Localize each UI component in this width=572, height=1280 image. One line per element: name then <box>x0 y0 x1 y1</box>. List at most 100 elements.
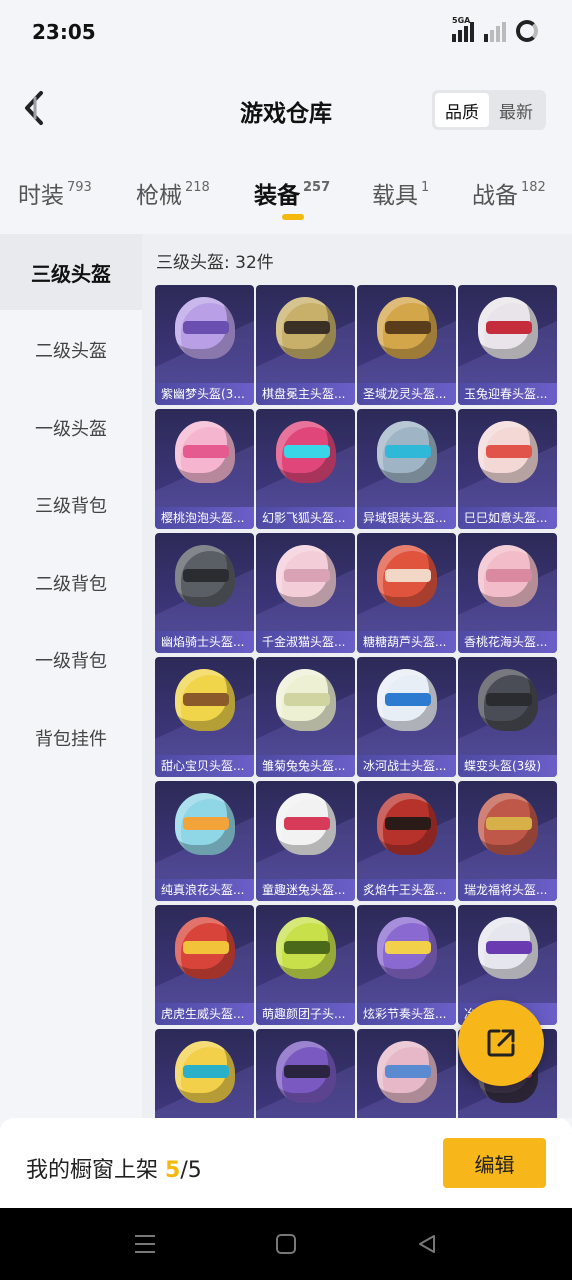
item-name: 玉兔迎春头盔... <box>458 383 557 405</box>
helmet-visor <box>183 941 229 954</box>
sidebar-item-level1-helmet[interactable]: 一级头盔 <box>0 390 142 466</box>
item-name: 冰河战士头盔... <box>357 755 456 777</box>
helmet-visor <box>385 817 431 830</box>
showcase-count: 5 <box>165 1158 181 1183</box>
item-card[interactable]: 异域银装头盔... <box>357 409 456 529</box>
category-tabs: 时装 793 枪械 218 装备 257 载具 1 战备 182 <box>0 168 572 224</box>
helmet-visor <box>284 569 330 582</box>
sidebar-item-level3-backpack[interactable]: 三级背包 <box>0 467 142 543</box>
item-name: 幻影飞狐头盔... <box>256 507 355 529</box>
item-name: 棋盘冕主头盔... <box>256 383 355 405</box>
item-card[interactable] <box>357 1029 456 1118</box>
edit-button[interactable]: 编辑 <box>443 1138 546 1188</box>
item-grid-panel: 三级头盔: 32件 紫幽梦头盔(3... 棋盘冕主头盔... 圣域龙灵头盔... 玉兔… <box>142 234 572 1118</box>
helmet-visor <box>183 1065 229 1078</box>
back-triangle-icon[interactable] <box>413 1230 441 1258</box>
item-name: 樱桃泡泡头盔... <box>155 507 254 529</box>
helmet-visor <box>486 445 532 458</box>
item-card[interactable]: 樱桃泡泡头盔... <box>155 409 254 529</box>
helmet-visor <box>183 321 229 334</box>
sort-quality-button[interactable]: 品质 <box>435 93 489 127</box>
item-card[interactable]: 圣域龙灵头盔... <box>357 285 456 405</box>
item-card[interactable]: 玉兔迎春头盔... <box>458 285 557 405</box>
item-card[interactable]: 雏菊兔兔头盔... <box>256 657 355 777</box>
item-card[interactable]: 蝶变头盔(3级) <box>458 657 557 777</box>
helmet-visor <box>385 569 431 582</box>
share-button[interactable] <box>458 1000 544 1086</box>
helmet-visor <box>183 569 229 582</box>
helmet-visor <box>385 693 431 706</box>
helmet-visor <box>486 817 532 830</box>
sidebar-item-level3-helmet[interactable]: 三级头盔 <box>0 234 142 310</box>
tab-equipment[interactable]: 装备 257 <box>254 176 330 220</box>
sort-latest-button[interactable]: 最新 <box>489 93 543 127</box>
item-card[interactable]: 炫彩节奏头盔... <box>357 905 456 1025</box>
item-card[interactable]: 幻影飞狐头盔... <box>256 409 355 529</box>
item-card[interactable]: 瑞龙福将头盔... <box>458 781 557 901</box>
item-card[interactable]: 糖糖葫芦头盔... <box>357 533 456 653</box>
helmet-visor <box>486 569 532 582</box>
status-time: 23:05 <box>32 20 96 44</box>
item-name: 千金淑猫头盔... <box>256 631 355 653</box>
signal-5g-icon: 5GA <box>452 16 474 42</box>
item-card[interactable]: 炙焰牛王头盔... <box>357 781 456 901</box>
item-card[interactable]: 萌趣颜团子头... <box>256 905 355 1025</box>
helmet-visor <box>385 941 431 954</box>
battery-ring-icon <box>516 20 538 42</box>
item-card[interactable]: 幽焰骑士头盔... <box>155 533 254 653</box>
item-name: 甜心宝贝头盔... <box>155 755 254 777</box>
item-card[interactable]: 冰河战士头盔... <box>357 657 456 777</box>
item-card[interactable]: 纯真浪花头盔... <box>155 781 254 901</box>
helmet-visor <box>385 321 431 334</box>
share-external-icon <box>487 1029 515 1057</box>
sidebar-item-level2-backpack[interactable]: 二级背包 <box>0 545 142 621</box>
sidebar: 三级头盔 二级头盔 一级头盔 三级背包 二级背包 一级背包 背包挂件 <box>0 234 142 1118</box>
status-icons: 5GA <box>452 16 538 42</box>
item-name: 圣域龙灵头盔... <box>357 383 456 405</box>
system-nav-bar <box>0 1208 572 1280</box>
tab-supplies[interactable]: 战备 182 <box>472 176 546 210</box>
helmet-visor <box>385 1065 431 1078</box>
menu-icon[interactable] <box>131 1230 159 1258</box>
helmet-visor <box>486 941 532 954</box>
item-card[interactable]: 甜心宝贝头盔... <box>155 657 254 777</box>
item-card[interactable]: 棋盘冕主头盔... <box>256 285 355 405</box>
item-name: 蝶变头盔(3级) <box>458 755 557 777</box>
signal-weak-icon <box>484 20 506 42</box>
item-card[interactable]: 紫幽梦头盔(3... <box>155 285 254 405</box>
item-card[interactable]: 虎虎生威头盔... <box>155 905 254 1025</box>
item-name: 糖糖葫芦头盔... <box>357 631 456 653</box>
home-icon[interactable] <box>272 1230 300 1258</box>
helmet-visor <box>284 1065 330 1078</box>
helmet-visor <box>284 321 330 334</box>
item-name: 纯真浪花头盔... <box>155 879 254 901</box>
item-name: 幽焰骑士头盔... <box>155 631 254 653</box>
item-card[interactable]: 巳巳如意头盔... <box>458 409 557 529</box>
tab-weapons[interactable]: 枪械 218 <box>136 176 210 210</box>
item-name: 虎虎生威头盔... <box>155 1003 254 1025</box>
header: 游戏仓库 品质 最新 <box>0 68 572 152</box>
helmet-visor <box>284 817 330 830</box>
item-name: 炙焰牛王头盔... <box>357 879 456 901</box>
tab-fashion[interactable]: 时装 793 <box>18 176 92 210</box>
helmet-visor <box>183 693 229 706</box>
item-card[interactable]: 千金淑猫头盔... <box>256 533 355 653</box>
item-name: 巳巳如意头盔... <box>458 507 557 529</box>
status-bar: 23:05 5GA <box>0 0 572 68</box>
item-card[interactable]: 香桃花海头盔... <box>458 533 557 653</box>
sort-toggle: 品质 最新 <box>432 90 546 130</box>
sidebar-item-level1-backpack[interactable]: 一级背包 <box>0 622 142 698</box>
item-card[interactable]: 童趣迷兔头盔... <box>256 781 355 901</box>
showcase-bar: 我的橱窗上架 5/5 编辑 <box>0 1118 572 1208</box>
active-tab-indicator <box>282 214 304 220</box>
item-card[interactable] <box>256 1029 355 1118</box>
sidebar-item-backpack-charm[interactable]: 背包挂件 <box>0 700 142 776</box>
helmet-visor <box>385 445 431 458</box>
item-name: 炫彩节奏头盔... <box>357 1003 456 1025</box>
sidebar-item-level2-helmet[interactable]: 二级头盔 <box>0 312 142 388</box>
helmet-visor <box>183 445 229 458</box>
item-card[interactable] <box>155 1029 254 1118</box>
tab-vehicles[interactable]: 载具 1 <box>372 176 429 210</box>
helmet-visor <box>486 321 532 334</box>
item-name: 香桃花海头盔... <box>458 631 557 653</box>
